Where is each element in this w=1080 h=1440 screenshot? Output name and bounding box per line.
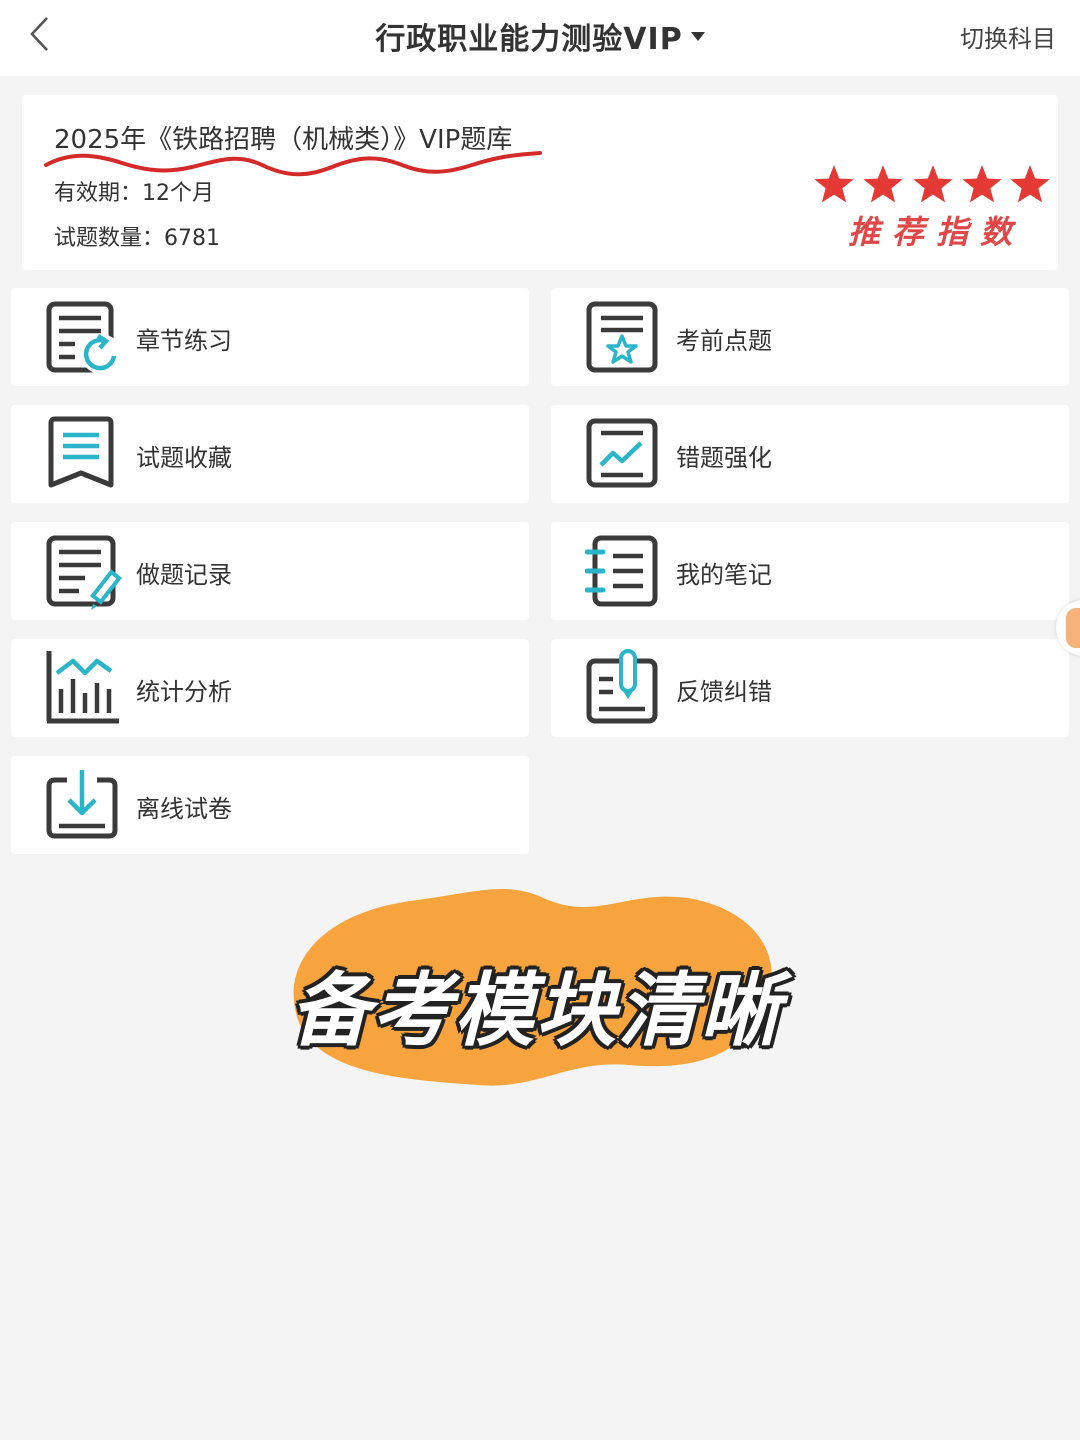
module-offline-papers[interactable]: 离线试卷	[11, 756, 529, 854]
recommendation-label: 推荐指数	[848, 213, 1025, 251]
trend-board-icon	[586, 418, 658, 488]
module-label: 章节练习	[136, 327, 232, 355]
chapter-practice-icon	[46, 301, 121, 374]
download-icon	[46, 770, 118, 839]
module-label: 错题强化	[676, 444, 772, 472]
bar-chart-icon	[46, 651, 119, 724]
handle-menu-icon	[1066, 608, 1080, 648]
module-label: 离线试卷	[136, 795, 232, 823]
module-label: 统计分析	[136, 678, 232, 706]
module-label: 反馈纠错	[676, 678, 772, 706]
switch-subject-button[interactable]: 切换科目	[960, 19, 1056, 54]
subject-selector[interactable]: 行政职业能力测验VIP	[0, 0, 1080, 72]
overlay-caption: 备考模块清晰	[290, 964, 782, 1057]
module-my-notes[interactable]: 我的笔记	[551, 522, 1069, 620]
feedback-icon	[586, 649, 658, 724]
edit-record-icon	[46, 535, 122, 610]
star-icon	[962, 165, 1002, 203]
module-statistics[interactable]: 统计分析	[11, 639, 529, 737]
validity-period: 有效期：12个月	[54, 181, 214, 206]
module-label: 我的笔记	[676, 561, 772, 589]
module-practice-records[interactable]: 做题记录	[11, 522, 529, 620]
module-label: 做题记录	[136, 561, 232, 589]
module-chapter-practice[interactable]: 章节练习	[11, 288, 529, 386]
question-count: 试题数量：6781	[54, 226, 220, 251]
star-icon	[913, 165, 953, 203]
five-star-rating	[814, 165, 1050, 203]
notebook-icon	[585, 535, 658, 607]
module-label: 考前点题	[676, 327, 772, 355]
bookmark-icon	[48, 416, 114, 488]
question-bank-card: 2025年《铁路招聘（机械类）》VIP题库 有效期：12个月 试题数量：6781…	[22, 95, 1058, 270]
star-icon	[863, 165, 903, 203]
module-favorites[interactable]: 试题收藏	[11, 405, 529, 503]
top-bar: 行政职业能力测验VIP 切换科目	[0, 0, 1080, 76]
page-title: 行政职业能力测验VIP	[375, 22, 683, 57]
module-feedback[interactable]: 反馈纠错	[551, 639, 1069, 737]
star-icon	[814, 165, 854, 203]
star-document-icon	[586, 301, 658, 373]
module-label: 试题收藏	[136, 444, 232, 472]
star-icon	[1010, 165, 1050, 203]
module-wrong-questions[interactable]: 错题强化	[551, 405, 1069, 503]
caret-down-icon	[690, 31, 705, 41]
module-pre-exam-tips[interactable]: 考前点题	[551, 288, 1069, 386]
